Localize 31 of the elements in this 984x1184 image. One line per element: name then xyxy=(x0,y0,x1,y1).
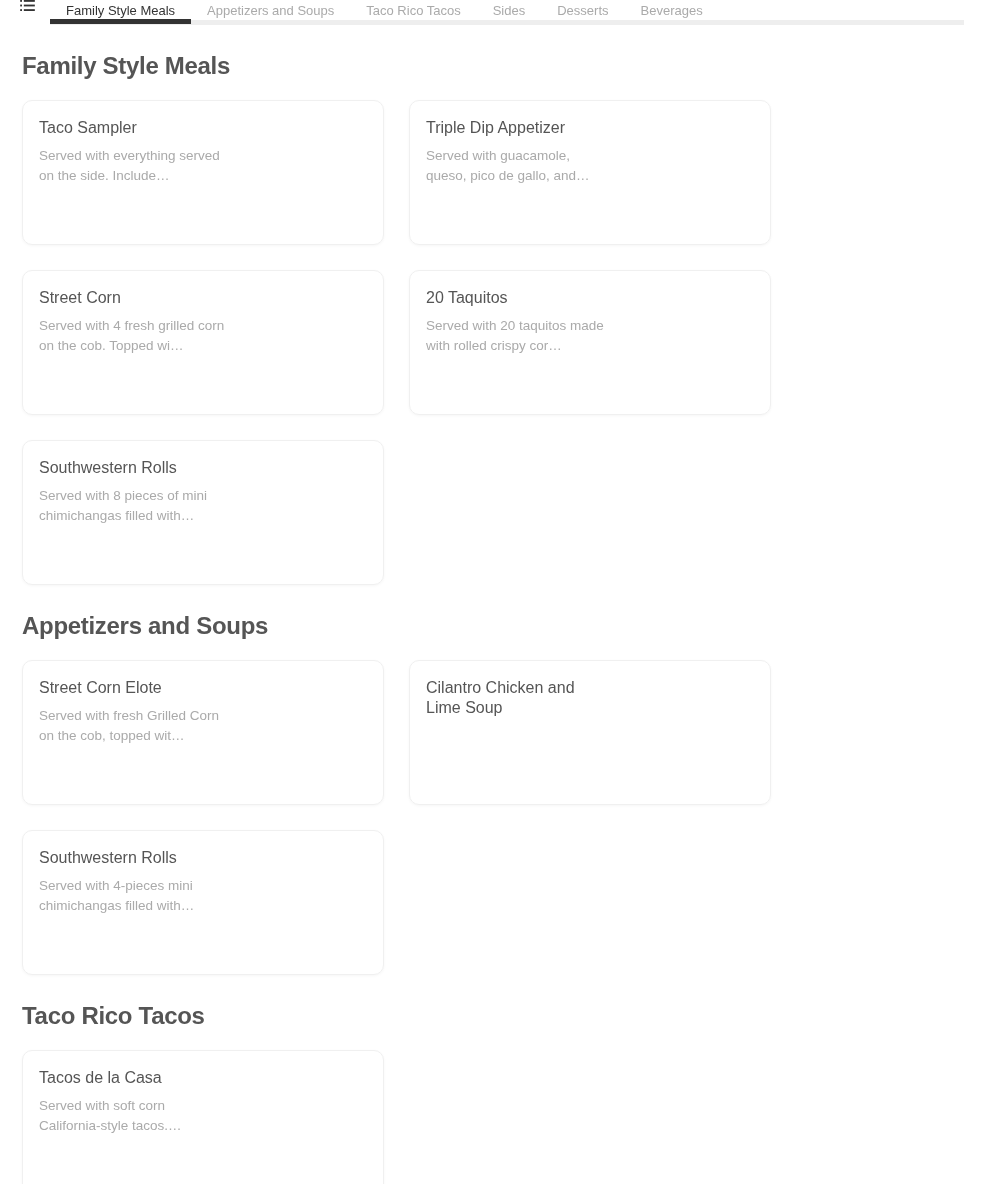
item-description: Served with 4-pieces mini chimichangas filled with… xyxy=(39,877,196,915)
item-name: Taco Sampler xyxy=(39,118,138,138)
item-description: Served with soft corn California-style tacos.… xyxy=(39,1097,183,1135)
menu-item-card[interactable]: Southwestern Rolls Served with 8 pieces of mini chimichangas filled with… xyxy=(22,440,384,585)
item-name: Southwestern Rolls xyxy=(39,848,178,868)
item-description: Served with 8 pieces of mini chimichangas filled with… xyxy=(39,487,209,525)
item-description: Served with 4 fresh grilled corn on the cob. Topped wi… xyxy=(39,317,225,355)
item-name: Tacos de la Casa xyxy=(39,1068,163,1088)
item-name: 20 Taquitos xyxy=(426,288,509,308)
menu-item-card[interactable]: Triple Dip Appetizer Served with guacamole, queso, pico de gallo, and… xyxy=(409,100,771,245)
menu-item-card[interactable]: Street Corn Elote Served with fresh Grilled Corn on the cob, topped wit… xyxy=(22,660,384,805)
item-description: Served with everything served on the side. Include… xyxy=(39,147,221,185)
menu-item-card[interactable]: 20 Taquitos Served with 20 taquitos made with rolled crispy cor… xyxy=(409,270,771,415)
item-name: Street Corn Elote xyxy=(39,678,163,698)
item-description: Served with 20 taquitos made with rolled crispy cor… xyxy=(426,317,605,355)
item-description: Served with fresh Grilled Corn on the cob, topped wit… xyxy=(39,707,221,745)
menu-item-card[interactable]: Street Corn Served with 4 fresh grilled corn on the cob. Topped wi… xyxy=(22,270,384,415)
item-name: Cilantro Chicken and Lime Soup xyxy=(426,678,576,718)
menu-item-card[interactable]: Southwestern Rolls Served with 4-pieces mini chimichangas filled with… xyxy=(22,830,384,975)
section-heading: Family Style Meals xyxy=(22,52,232,80)
menu-item-card[interactable]: Tacos de la Casa Served with soft corn California-style tacos.… xyxy=(22,1050,384,1184)
tab[interactable]: Family Style Meals xyxy=(50,0,192,24)
menu-item-card[interactable]: Cilantro Chicken and Lime Soup xyxy=(409,660,771,805)
section-heading: Appetizers and Soups xyxy=(22,612,270,640)
item-description: Served with guacamole, queso, pico de gallo, and… xyxy=(426,147,591,185)
item-name: Street Corn xyxy=(39,288,122,308)
menu-item-card[interactable]: Taco Sampler Served with everything served on the side. Include… xyxy=(22,100,384,245)
item-name: Triple Dip Appetizer xyxy=(426,118,567,138)
section-heading: Taco Rico Tacos xyxy=(22,1002,206,1030)
list-icon[interactable] xyxy=(20,0,35,11)
item-name: Southwestern Rolls xyxy=(39,458,178,478)
